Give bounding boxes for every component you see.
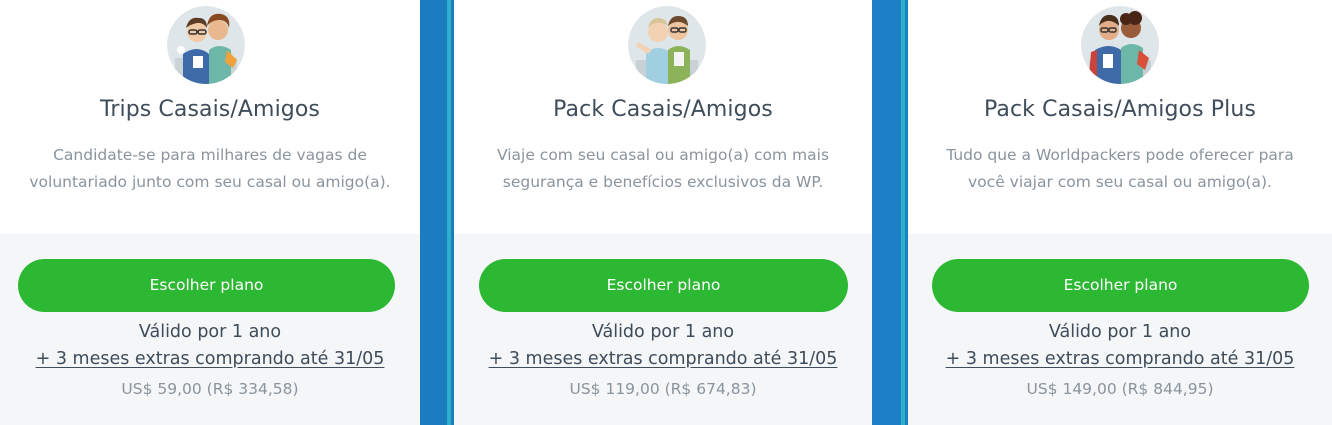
- plan-title: Pack Casais/Amigos Plus: [984, 97, 1256, 122]
- divider-stripe: [447, 0, 451, 425]
- plan-card-pack-casais-amigos: Pack Casais/Amigos Viaje com seu casal o…: [454, 0, 872, 425]
- plan-validity: Válido por 1 ano: [138, 322, 282, 342]
- couple-illustration-icon: [167, 6, 245, 84]
- plan-description-line: Viaje com seu casal ou amigo(a) com mais: [496, 146, 830, 164]
- plan-title: Trips Casais/Amigos: [100, 97, 320, 122]
- choose-plan-button[interactable]: Escolher plano: [479, 259, 848, 312]
- plan-description-line: você viajar com seu casal ou amigo(a).: [968, 173, 1272, 191]
- plan-description: Candidate-se para milhares de vagas de v…: [20, 142, 400, 196]
- choose-plan-button[interactable]: Escolher plano: [932, 259, 1309, 312]
- plan-price: US$ 59,00 (R$ 334,58): [121, 380, 299, 398]
- plan-price: US$ 149,00 (R$ 844,95): [1026, 380, 1214, 398]
- plan-description-line: segurança e benefícios exclusivos da WP.: [502, 173, 824, 191]
- plan-validity: Válido por 1 ano: [1048, 322, 1192, 342]
- plan-description: Tudo que a Worldpackers pode oferecer pa…: [928, 142, 1312, 196]
- choose-plan-button[interactable]: Escolher plano: [18, 259, 395, 312]
- plan-description: Viaje com seu casal ou amigo(a) com mais…: [474, 142, 852, 196]
- couple-illustration-icon: [1081, 6, 1159, 84]
- plan-card-trips-casais-amigos: Trips Casais/Amigos Candidate-se para mi…: [0, 0, 420, 425]
- extra-months-offer-link[interactable]: + 3 meses extras comprando até 31/05: [454, 349, 872, 369]
- couple-illustration-icon: [628, 6, 706, 84]
- pricing-plans-section: Trips Casais/Amigos Candidate-se para mi…: [0, 0, 1332, 425]
- plan-card-pack-casais-amigos-plus: Pack Casais/Amigos Plus Tudo que a World…: [908, 0, 1332, 425]
- plan-validity: Válido por 1 ano: [591, 322, 735, 342]
- divider-stripe: [901, 0, 905, 425]
- extra-months-offer-link[interactable]: + 3 meses extras comprando até 31/05: [908, 349, 1332, 369]
- plan-description-line: voluntariado junto com seu casal ou amig…: [29, 173, 391, 191]
- plan-description-line: Candidate-se para milhares de vagas de: [53, 146, 367, 164]
- plan-description-line: Tudo que a Worldpackers pode oferecer pa…: [946, 146, 1294, 164]
- plan-title: Pack Casais/Amigos: [553, 97, 773, 122]
- extra-months-offer-link[interactable]: + 3 meses extras comprando até 31/05: [0, 349, 420, 369]
- plan-price: US$ 119,00 (R$ 674,83): [569, 380, 757, 398]
